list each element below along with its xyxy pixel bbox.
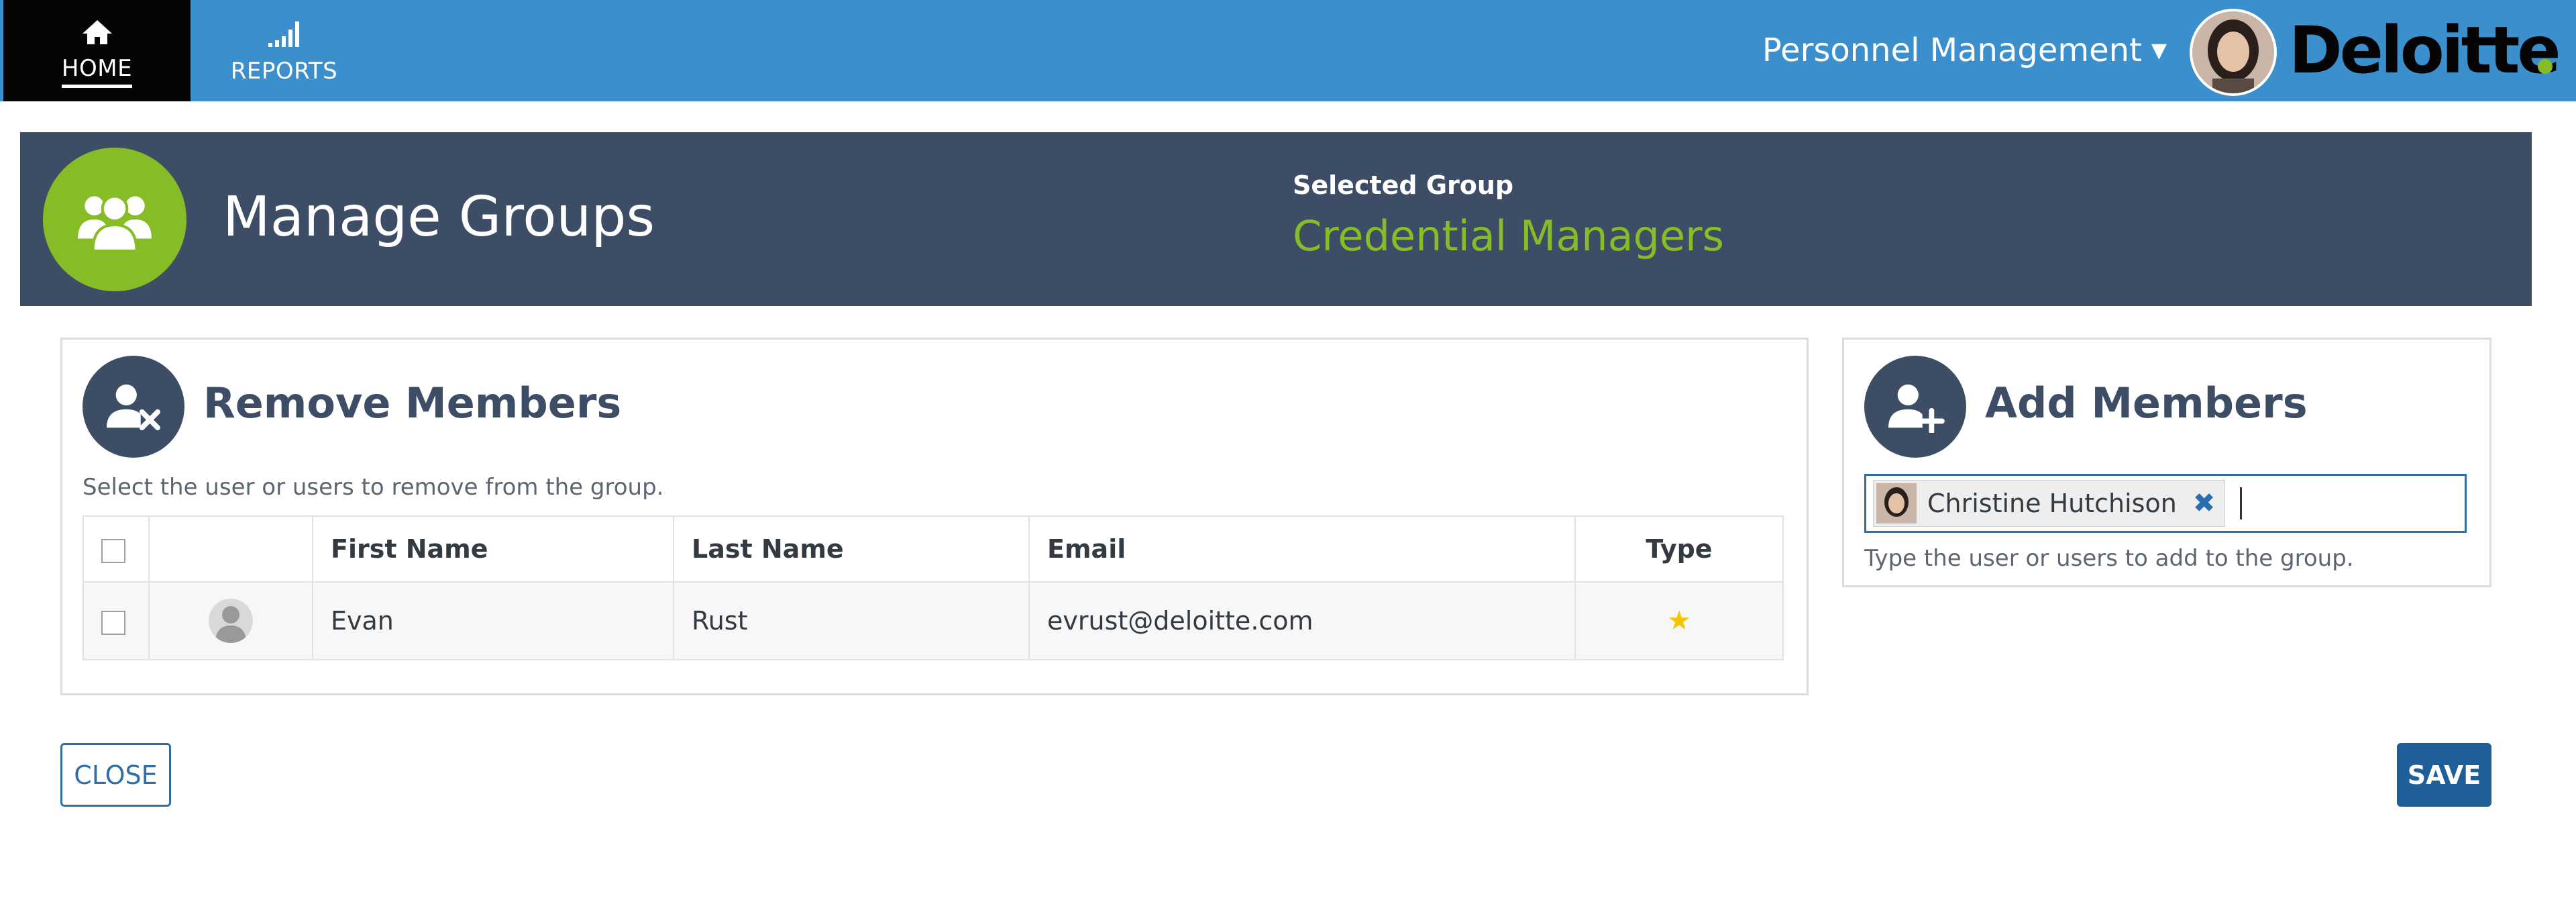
workspace-label: Personnel Management [1762, 32, 2142, 69]
add-members-hint: Type the user or users to add to the gro… [1864, 545, 2354, 572]
workspace-dropdown[interactable]: Personnel Management ▼ [1762, 27, 2167, 74]
logo-green-dot [2538, 59, 2553, 74]
row-checkbox[interactable] [101, 610, 125, 635]
add-members-panel: Add Members Christine Hutchison ✖ Type t… [1842, 338, 2491, 587]
row-avatar-cell [148, 581, 313, 660]
remove-members-hint: Select the user or users to remove from … [83, 474, 664, 501]
select-all-checkbox[interactable] [101, 538, 125, 563]
user-avatar[interactable] [2190, 9, 2277, 96]
nav-reports[interactable]: REPORTS [191, 0, 378, 101]
remove-tag-icon[interactable]: ✖ [2193, 488, 2216, 519]
remove-members-panel: Remove Members Select the user or users … [60, 338, 1809, 695]
user-remove-icon [83, 356, 184, 458]
selected-group-label: Selected Group [1293, 170, 1514, 200]
users-group-icon [43, 148, 186, 291]
page-title: Manage Groups [223, 185, 655, 249]
table-row[interactable]: Evan Rust evrust@deloitte.com ★ [83, 581, 1784, 660]
column-header-type[interactable]: Type [1574, 515, 1784, 583]
nav-home-label: HOME [61, 55, 133, 88]
row-select-cell [83, 581, 150, 660]
cell-first-name: Evan [312, 581, 674, 660]
deloitte-logo: Deloitte [2289, 13, 2561, 88]
signal-bars-icon [267, 17, 302, 51]
text-cursor [2240, 487, 2243, 519]
save-button[interactable]: SAVE [2397, 743, 2491, 807]
manage-groups-header: Manage Groups Selected Group Credential … [20, 132, 2532, 306]
member-tag-label: Christine Hutchison [1927, 489, 2177, 518]
selected-group-value: Credential Managers [1293, 211, 1724, 260]
home-icon [81, 13, 113, 48]
cell-type: ★ [1574, 581, 1784, 660]
avatar [209, 599, 253, 643]
members-table: First Name Last Name Email Type Evan Rus… [83, 515, 1784, 660]
star-icon: ★ [1667, 605, 1691, 636]
add-members-input[interactable]: Christine Hutchison ✖ [1864, 474, 2467, 533]
user-add-icon [1864, 356, 1966, 458]
close-button[interactable]: CLOSE [60, 743, 171, 807]
column-header-last-name[interactable]: Last Name [673, 515, 1030, 583]
top-nav-bar: HOME REPORTS Personnel Management ▼ Delo… [0, 0, 2576, 101]
select-all-cell [83, 515, 150, 583]
chevron-down-icon: ▼ [2151, 38, 2167, 62]
member-tag: Christine Hutchison ✖ [1873, 480, 2226, 527]
add-members-title: Add Members [1985, 379, 2308, 428]
nav-reports-label: REPORTS [230, 57, 338, 85]
tag-avatar [1876, 483, 1917, 523]
column-header-first-name[interactable]: First Name [312, 515, 674, 583]
column-header-email[interactable]: Email [1028, 515, 1576, 583]
cell-email: evrust@deloitte.com [1028, 581, 1576, 660]
column-header-avatar [148, 515, 313, 583]
remove-members-title: Remove Members [203, 379, 622, 428]
table-header-row: First Name Last Name Email Type [83, 515, 1784, 583]
nav-home[interactable]: HOME [3, 0, 191, 101]
cell-last-name: Rust [673, 581, 1030, 660]
